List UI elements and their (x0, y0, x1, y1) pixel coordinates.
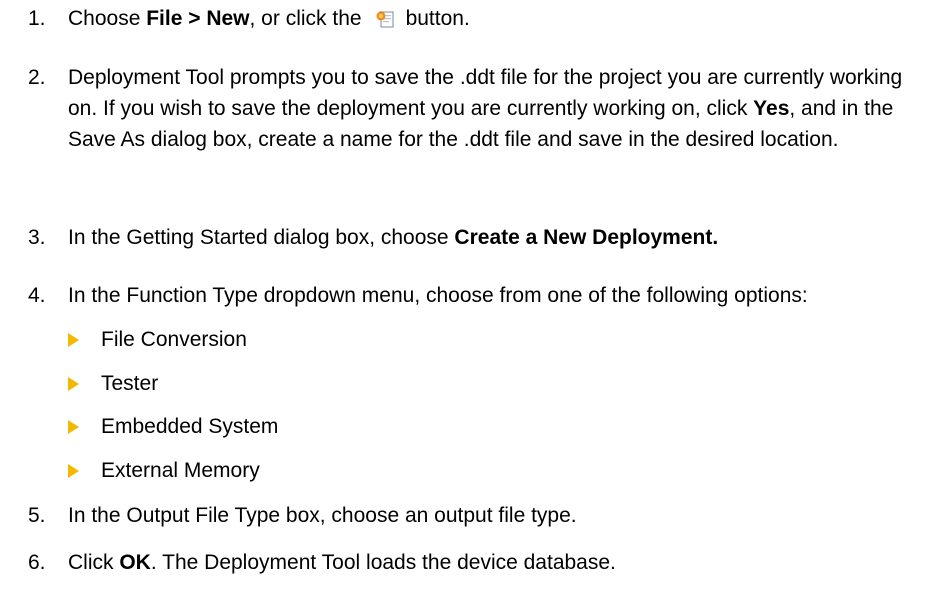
new-deployment-icon (375, 7, 395, 28)
triangle-bullet-icon (68, 420, 79, 434)
step-number: 1. (28, 7, 46, 30)
step-text: In the Output File Type box, choose an o… (68, 504, 577, 527)
page: { "steps": [ { "number": "1.", "text_1":… (0, 0, 929, 594)
triangle-bullet-icon (68, 464, 79, 478)
step-number: 4. (28, 284, 46, 307)
option-label: File Conversion (101, 328, 247, 351)
step-number: 5. (28, 504, 46, 527)
step-text: Deployment Tool prompts you to save the … (68, 66, 903, 151)
step-text: Click OK. The Deployment Tool loads the … (68, 551, 616, 574)
yes-option: Yes (753, 97, 790, 120)
triangle-bullet-icon (68, 333, 79, 347)
menu-path: File > New (146, 7, 250, 30)
step-number: 6. (28, 551, 46, 574)
step-text: In the Getting Started dialog box, choos… (68, 226, 719, 249)
step-text: In the Function Type dropdown menu, choo… (68, 284, 808, 307)
step-number: 2. (28, 66, 46, 89)
option-label: Tester (101, 372, 159, 395)
option-label: External Memory (101, 459, 260, 482)
ok-option: OK (119, 551, 151, 574)
create-deployment-option: Create a New Deployment. (454, 226, 719, 249)
option-label: Embedded System (101, 415, 279, 438)
step-number: 3. (28, 226, 46, 249)
triangle-bullet-icon (68, 377, 79, 391)
step-text: Choose File > New, or click the button. (68, 7, 470, 30)
